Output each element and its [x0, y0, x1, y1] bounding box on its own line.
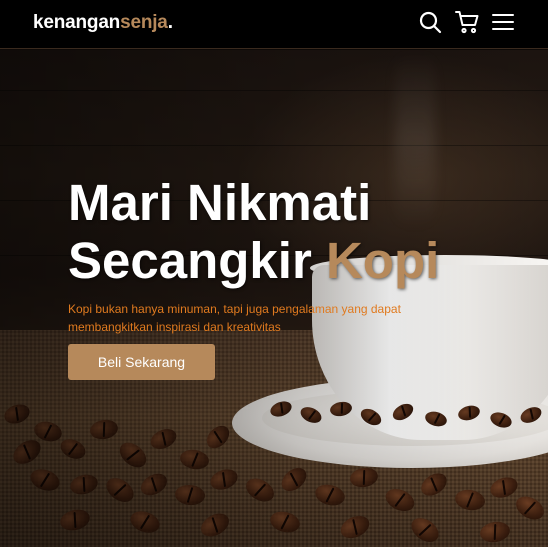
- hero-title-line1: Mari Nikmati: [68, 174, 372, 231]
- hero-description: Kopi bukan hanya minuman, tapi juga peng…: [68, 302, 401, 334]
- hamburger-menu-icon[interactable]: [491, 10, 515, 34]
- search-icon[interactable]: [418, 10, 442, 34]
- brand-name-dot: .: [167, 12, 173, 33]
- hero-title-accent: Kopi: [325, 232, 440, 289]
- brand-name-part2: senja: [120, 12, 168, 33]
- brand-name-part1: kenangan: [33, 12, 121, 33]
- navbar: kenangansenja.: [0, 0, 548, 49]
- hero-title: Mari Nikmati Secangkir Kopi: [68, 174, 488, 290]
- shopping-cart-icon[interactable]: [455, 10, 479, 34]
- brand-logo[interactable]: kenangansenja.: [33, 12, 173, 34]
- hero-section: Mari Nikmati Secangkir Kopi Kopi bukan h…: [0, 50, 548, 547]
- buy-now-button[interactable]: Beli Sekarang: [68, 344, 215, 380]
- hero-title-line2: Secangkir: [68, 232, 326, 289]
